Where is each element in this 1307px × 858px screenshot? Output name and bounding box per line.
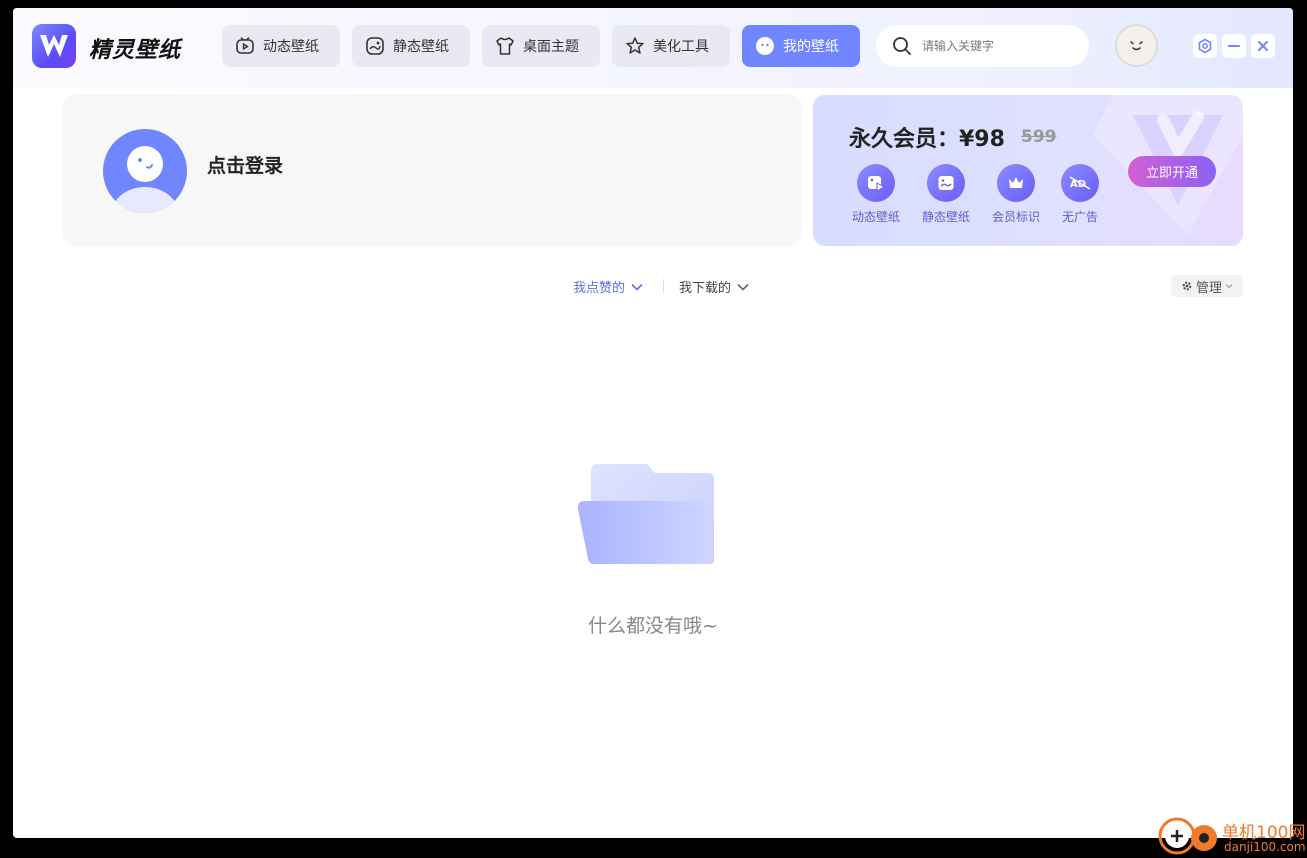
app-logo [32, 24, 76, 68]
crown-icon [1009, 177, 1023, 188]
filter-liked[interactable]: 我点赞的 [573, 277, 643, 296]
perk-label: 动态壁纸 [851, 210, 900, 224]
tab-label: 静态壁纸 [393, 39, 449, 55]
perk-label: 无广告 [1061, 210, 1098, 224]
logo-icon [40, 35, 68, 57]
filter-liked-label: 我点赞的 [573, 281, 626, 296]
minimize-icon [1228, 45, 1240, 47]
tab-static-wallpaper[interactable]: 静态壁纸 [352, 25, 470, 67]
smiley-icon [1130, 41, 1143, 51]
filter-downloaded[interactable]: 我下载的 [679, 277, 749, 296]
minimize-button[interactable] [1222, 34, 1246, 58]
tab-dynamic-wallpaper[interactable]: 动态壁纸 [222, 25, 340, 67]
tv-icon [235, 36, 255, 56]
empty-state-message: 什么都没有哦~ [588, 615, 718, 637]
star-icon [625, 36, 645, 56]
perk-label: 会员标识 [991, 210, 1040, 224]
default-avatar[interactable] [103, 129, 187, 213]
vip-banner: 永久会员：¥98 599 动态壁纸 静态壁纸 会员标识 AD 无广告 立即开通 [813, 95, 1243, 246]
chevron-down-icon [631, 283, 643, 291]
vip-original-price: 599 [1021, 127, 1057, 147]
search-input[interactable] [922, 39, 1072, 53]
perk-no-ads: AD 无广告 [1050, 164, 1110, 225]
skin-settings-button[interactable] [1193, 34, 1217, 58]
settings-hexagon-icon [1198, 38, 1212, 54]
close-icon [1258, 41, 1268, 51]
filter-downloaded-label: 我下载的 [679, 281, 732, 296]
login-link[interactable]: 点击登录 [207, 151, 283, 178]
user-avatar-button[interactable] [1115, 24, 1158, 67]
close-button[interactable] [1251, 34, 1275, 58]
vip-open-button[interactable]: 立即开通 [1128, 156, 1216, 187]
tab-label: 桌面主题 [523, 39, 579, 55]
tab-label: 动态壁纸 [263, 39, 319, 55]
face-icon [755, 36, 775, 56]
watermark-site-url: danji100.com [1224, 840, 1306, 854]
app-window: 精灵壁纸 动态壁纸 静态壁纸 桌面主题 美化工具 我的壁纸 请输入关键字 点击登… [13, 8, 1293, 838]
tab-label: 我的壁纸 [783, 39, 839, 55]
vip-price-title: 永久会员：¥98 [849, 127, 1005, 152]
watermark-logo-icon [1158, 817, 1217, 855]
perk-vip-badge: 会员标识 [986, 164, 1046, 225]
shirt-icon [495, 36, 515, 56]
image-icon [365, 36, 385, 56]
search-icon [893, 37, 911, 55]
perk-label: 静态壁纸 [921, 210, 970, 224]
no-ads-icon: AD [1069, 176, 1091, 190]
dynamic-wallpaper-icon [868, 176, 886, 192]
site-watermark: 单机100网 danji100.com [1156, 814, 1307, 858]
chevron-down-icon [1225, 284, 1233, 289]
manage-label: 管理 [1195, 280, 1222, 296]
perk-dynamic-wallpaper: 动态壁纸 [846, 164, 906, 225]
tab-label: 美化工具 [653, 39, 709, 55]
tab-beautify-tools[interactable]: 美化工具 [612, 25, 730, 67]
perk-static-wallpaper: 静态壁纸 [916, 164, 976, 225]
static-wallpaper-icon [938, 176, 954, 190]
header-bar: 精灵壁纸 动态壁纸 静态壁纸 桌面主题 美化工具 我的壁纸 请输入关键字 [13, 8, 1293, 88]
avatar-icon [112, 146, 178, 213]
tab-my-wallpaper[interactable]: 我的壁纸 [742, 25, 860, 67]
empty-folder-illustration [577, 464, 715, 564]
search-box[interactable] [876, 25, 1089, 67]
app-brand: 精灵壁纸 [89, 38, 182, 63]
manage-button[interactable]: 管理 [1171, 275, 1243, 297]
gear-icon [1182, 281, 1192, 291]
filter-divider [663, 279, 664, 293]
chevron-down-icon [737, 283, 749, 291]
tab-desktop-theme[interactable]: 桌面主题 [482, 25, 600, 67]
user-card: 点击登录 [63, 95, 801, 246]
